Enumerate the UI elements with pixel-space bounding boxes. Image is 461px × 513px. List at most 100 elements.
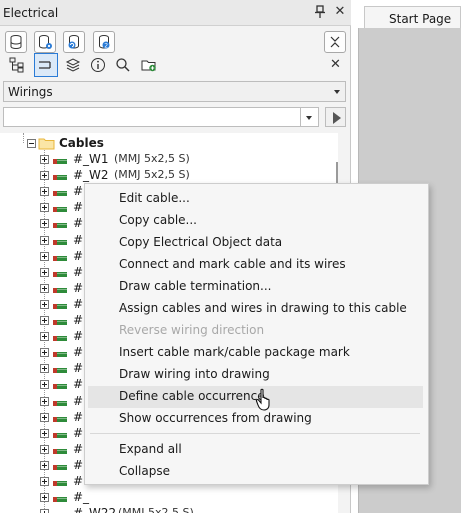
cable-icon [53,445,67,454]
menu-separator [90,433,420,434]
tab-start-page-label: Start Page [389,12,452,26]
menu-item[interactable]: Copy cable... [119,213,197,227]
folder-icon [38,137,56,150]
expand-icon[interactable] [40,187,49,197]
cable-label: # [73,329,84,344]
cable-row[interactable]: #_W2 (MMJ 5x2,5 S) [0,167,338,183]
cable-icon [53,236,67,245]
cable-label: # [73,441,84,456]
menu-item[interactable]: Show occurrences from drawing [119,411,312,425]
cable-label: # [73,393,84,408]
database-sync-button[interactable]: 2 [93,31,115,53]
context-menu: Edit cable... Copy cable... Copy Electrica… [84,183,429,485]
cable-label: # [73,216,84,231]
expand-icon[interactable] [40,364,49,374]
collapse-icon[interactable] [27,139,36,148]
expand-icon[interactable] [40,444,49,454]
expand-icon[interactable] [40,267,49,277]
cable-label: #_W2 [73,168,109,183]
cable-icon [53,155,67,164]
cable-row[interactable]: #_ [0,489,338,505]
svg-text:2: 2 [104,42,108,49]
expand-icon[interactable] [40,283,49,293]
expand-icon[interactable] [40,348,49,358]
plug-icon [39,61,51,69]
info-button[interactable] [87,54,109,76]
expand-icon[interactable] [40,155,49,164]
cable-label: # [73,264,84,279]
expand-icon[interactable] [40,332,49,342]
view-select-value: Wirings [8,85,53,99]
menu-item[interactable]: Define cable occurrence [119,389,265,403]
database-refresh-button[interactable] [63,31,85,53]
view-select[interactable]: Wirings [3,81,346,102]
cable-label: # [73,232,84,247]
expand-icon[interactable] [40,316,49,325]
database-settings-button[interactable] [34,31,56,53]
collapse-toolbar-button[interactable] [324,31,346,53]
cable-icon [53,171,67,181]
expand-icon[interactable] [40,509,49,513]
cable-icon [53,316,67,325]
menu-item[interactable]: Edit cable... [119,191,190,205]
tree-view-button[interactable] [6,54,28,76]
search-input[interactable] [3,107,301,127]
expand-icon[interactable] [40,477,49,486]
menu-item[interactable]: Insert cable mark/cable package mark [119,345,350,359]
chevron-down-icon [306,116,312,120]
expand-icon[interactable] [40,460,49,470]
cable-label: # [73,377,84,392]
menu-item[interactable]: Collapse [119,464,170,478]
menu-item[interactable]: Expand all [119,442,182,456]
expand-icon[interactable] [40,428,49,438]
cable-row[interactable]: #_W22(MMJ 5x2,5 S) [0,505,338,513]
tree-root-cables[interactable]: Cables [0,135,338,151]
cable-label: # [73,248,84,263]
cable-row[interactable]: #_W1 (MMJ 5x2,5 S) [0,151,338,167]
folder-add-icon [141,60,156,72]
cable-icon [53,413,67,422]
menu-item[interactable]: Copy Electrical Object data [119,235,282,249]
expand-icon[interactable] [40,396,49,406]
cable-icon [53,364,67,374]
expand-icon[interactable] [40,251,49,261]
play-arrow-icon [333,112,341,124]
cable-label: # [73,200,84,215]
menu-item[interactable]: Draw cable termination... [119,279,271,293]
search-go-button[interactable] [325,107,346,127]
expand-icon[interactable] [40,219,49,229]
tab-start-page[interactable]: Start Page [364,6,461,28]
menu-item[interactable]: Connect and mark cable and its wires [119,257,346,271]
search-button[interactable] [112,54,134,76]
expand-icon[interactable] [40,493,49,503]
chevron-down-icon [334,90,340,94]
expand-icon[interactable] [40,299,49,309]
menu-item[interactable]: Assign cables and wires in drawing to th… [119,301,407,315]
cable-type: (MMJ 5x2,5 S) [118,506,194,513]
close-panel-icon[interactable]: ✕ [333,5,347,19]
wiring-view-button[interactable] [34,53,58,77]
menu-item[interactable]: Draw wiring into drawing [119,367,270,381]
tree-root-label: Cables [59,136,104,150]
expand-icon[interactable] [40,235,49,245]
new-folder-button[interactable] [138,54,160,76]
expand-icon[interactable] [40,380,49,390]
expand-icon[interactable] [40,171,49,181]
cable-icon [53,203,67,213]
database-button[interactable] [5,31,27,53]
cable-icon [53,300,67,309]
cable-label: #_W1 [73,152,109,166]
cable-label: # [73,474,84,488]
panel-title: Electrical [3,6,59,20]
expand-icon[interactable] [40,203,49,213]
search-history-dropdown[interactable] [301,107,319,127]
cable-label: # [73,296,84,311]
hierarchy-icon [9,57,24,73]
cable-icon [53,252,67,261]
cable-icon [53,429,67,438]
close-toolbar-icon[interactable]: ✕ [330,57,341,72]
expand-icon[interactable] [40,412,49,422]
pin-icon[interactable] [314,5,326,19]
cable-label: # [73,457,84,472]
layers-button[interactable] [62,54,84,76]
